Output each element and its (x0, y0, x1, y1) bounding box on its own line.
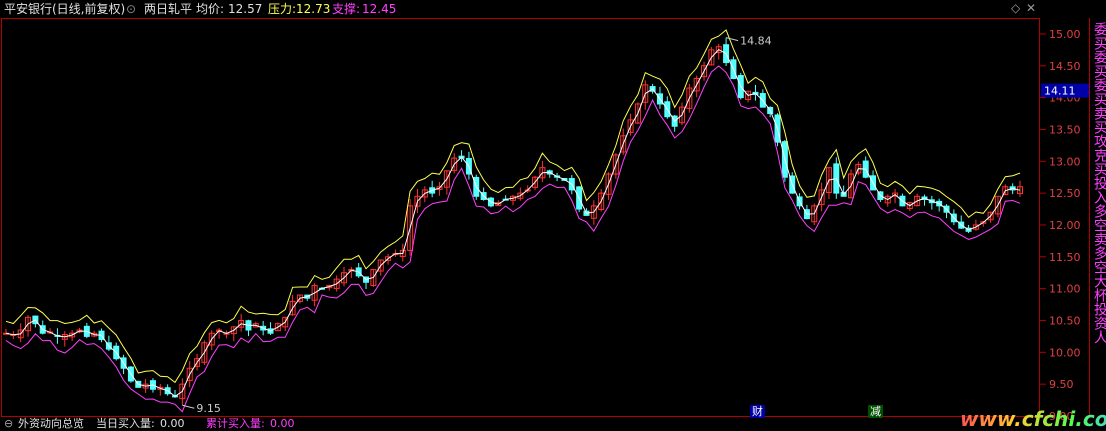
chart-background (0, 0, 1106, 430)
footer-label-total: 累计买入量: (206, 417, 265, 430)
close-icon[interactable]: ✕ (1026, 1, 1036, 15)
support-value: 12.45 (362, 2, 397, 16)
footer-value-daily: 0.00 (160, 417, 185, 430)
stock-title[interactable]: 平安银行(日线,前复权) (4, 2, 125, 16)
side-indicator-text: 委买委买委买卖买攻克买投入多空卖多空大杯投资人 (1092, 22, 1106, 344)
axis-tick-label: 11.50 (1049, 251, 1081, 264)
axis-tick-label: 10.50 (1049, 314, 1081, 327)
axis-tick-label: 10.00 (1049, 346, 1081, 359)
support-label: 支撑: (332, 2, 361, 16)
marker-jian[interactable]: 减 (868, 405, 883, 418)
axis-tick-label: 15.00 (1049, 28, 1081, 41)
axis-tick-label: 13.50 (1049, 123, 1081, 136)
pressure-value: 12.73 (296, 2, 331, 16)
collapse-icon[interactable]: ⊖ (4, 418, 13, 430)
axis-tick-label: 12.50 (1049, 187, 1081, 200)
axis-tick-label: 13.00 (1049, 155, 1081, 168)
axis-tick-label: 9.50 (1049, 378, 1074, 391)
footer-label-daily: 当日买入量: (96, 417, 155, 430)
axis-tick-label: 12.00 (1049, 219, 1081, 232)
watermark: www.cfchi.com (960, 408, 1106, 430)
dropdown-icon[interactable]: ⊙ (126, 2, 136, 16)
current-price-label: 14.11 (1044, 85, 1076, 98)
candlestick-chart: 15.0014.5014.0013.5013.0012.5012.0011.50… (0, 0, 1106, 430)
axis-tick-label: 14.50 (1049, 60, 1081, 73)
watermark-text: www.cfchi.com (960, 407, 1106, 431)
axis-tick-label: 11.00 (1049, 283, 1081, 296)
indicator-name[interactable]: 两日轧平 (144, 2, 192, 16)
pressure-label: 压力: (268, 2, 297, 16)
footer-value-total: 0.00 (270, 417, 295, 430)
avg-label: 均价: (196, 2, 225, 16)
footer-label-overview: 外资动向总览 (18, 417, 84, 430)
chart-header: 平安银行(日线,前复权) ⊙ 两日轧平 均价: 12.57 压力: 12.73 … (0, 0, 1040, 18)
avg-value: 12.57 (228, 2, 263, 16)
annotation-label: 14.84 (740, 35, 772, 48)
marker-cai[interactable]: 财 (750, 405, 765, 418)
annotation-label: 9.15 (196, 402, 221, 415)
indicator-footer: ⊖ 外资动向总览 当日买入量: 0.00 累计买入量: 0.00 (0, 418, 760, 430)
diamond-icon[interactable]: ◇ (1011, 1, 1020, 15)
